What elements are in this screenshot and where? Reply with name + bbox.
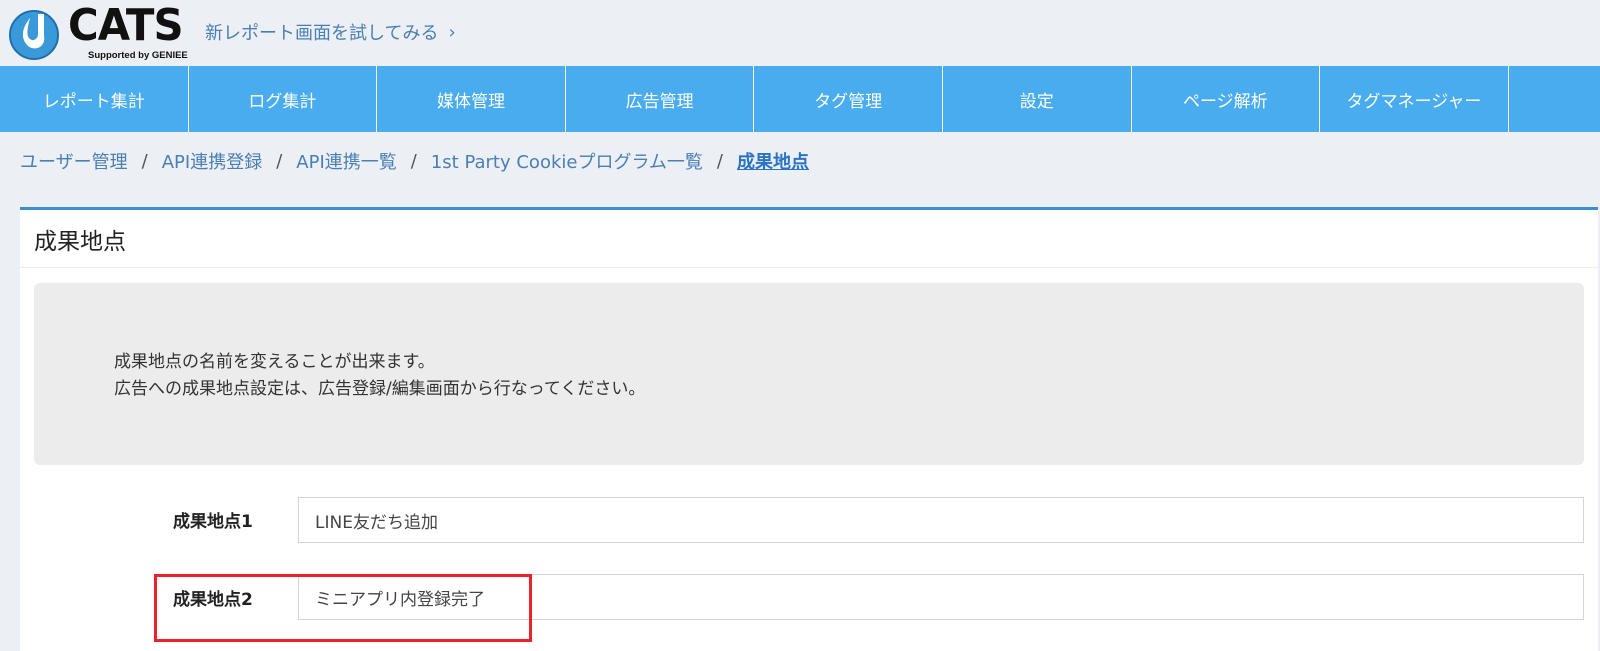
nav-item-report[interactable]: レポート集計 bbox=[0, 66, 189, 132]
nav-item-tags[interactable]: タグ管理 bbox=[754, 66, 943, 132]
info-text-line-2: 広告への成果地点設定は、広告登録/編集画面から行なってください。 bbox=[114, 379, 646, 399]
breadcrumb: ユーザー管理 / API連携登録 / API連携一覧 / 1st Party C… bbox=[20, 148, 809, 174]
nav-item-page-analysis[interactable]: ページ解析 bbox=[1132, 66, 1321, 132]
conversion-points-panel: 成果地点 成果地点の名前を変えることが出来ます。 広告への成果地点設定は、広告登… bbox=[20, 207, 1598, 651]
breadcrumb-api-list[interactable]: API連携一覧 bbox=[296, 148, 396, 174]
breadcrumb-user-management[interactable]: ユーザー管理 bbox=[20, 148, 128, 174]
breadcrumb-api-register[interactable]: API連携登録 bbox=[162, 148, 262, 174]
nav-item-log[interactable]: ログ集計 bbox=[189, 66, 378, 132]
nav-item-settings[interactable]: 設定 bbox=[943, 66, 1132, 132]
info-box: 成果地点の名前を変えることが出来ます。 広告への成果地点設定は、広告登録/編集画… bbox=[34, 283, 1584, 465]
logo-tagline: Supported by GENIEE bbox=[88, 50, 188, 61]
nav-item-tag-manager[interactable]: タグマネージャー bbox=[1320, 66, 1509, 132]
info-text-line-1: 成果地点の名前を変えることが出来ます。 bbox=[114, 352, 435, 372]
conversion-point-1-label: 成果地点1 bbox=[173, 512, 253, 532]
main-nav: レポート集計 ログ集計 媒体管理 広告管理 タグ管理 設定 ページ解析 タグマネ… bbox=[0, 66, 1600, 132]
nav-item-media[interactable]: 媒体管理 bbox=[377, 66, 566, 132]
breadcrumb-separator: / bbox=[141, 150, 148, 172]
logo-drop-icon bbox=[9, 10, 59, 60]
highlight-box bbox=[154, 574, 532, 642]
breadcrumb-current[interactable]: 成果地点 bbox=[737, 148, 809, 174]
chevron-right-icon: › bbox=[448, 21, 456, 43]
cats-logo[interactable]: CATS Supported by GENIEE bbox=[6, 0, 188, 61]
try-new-report-label: 新レポート画面を試してみる bbox=[205, 23, 439, 44]
header: CATS Supported by GENIEE 新レポート画面を試してみる › bbox=[0, 0, 1600, 66]
try-new-report-link[interactable]: 新レポート画面を試してみる › bbox=[205, 19, 456, 45]
conversion-point-1-input[interactable] bbox=[298, 497, 1584, 543]
breadcrumb-separator: / bbox=[276, 150, 283, 172]
nav-item-ads[interactable]: 広告管理 bbox=[566, 66, 755, 132]
panel-divider bbox=[20, 267, 1598, 268]
breadcrumb-cookie-program-list[interactable]: 1st Party Cookieプログラム一覧 bbox=[431, 148, 703, 174]
logo-wordmark: CATS bbox=[68, 0, 184, 51]
page-title: 成果地点 bbox=[34, 229, 126, 255]
breadcrumb-separator: / bbox=[410, 150, 417, 172]
breadcrumb-separator: / bbox=[716, 150, 723, 172]
